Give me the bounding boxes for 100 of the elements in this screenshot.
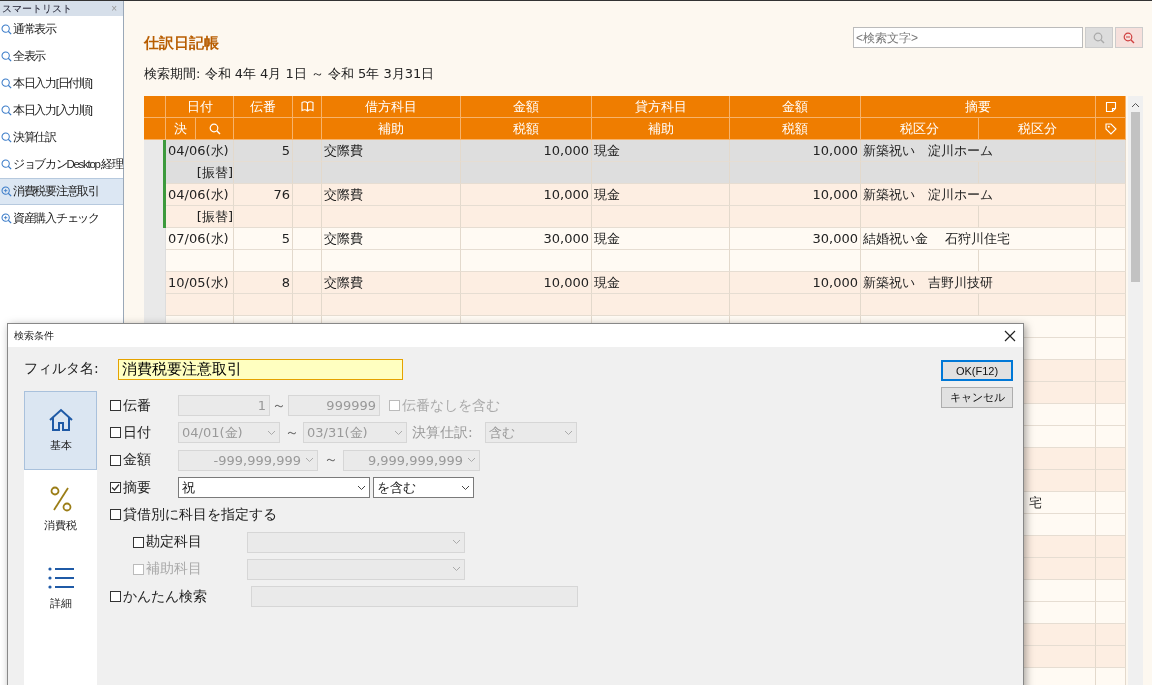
table-cell [1096,206,1126,228]
scroll-up-icon[interactable] [1131,102,1140,108]
header-cell [144,118,166,140]
table-cell [293,228,322,250]
summary-dropdown[interactable]: 祝 [178,477,370,499]
table-cell [1096,338,1126,360]
filter-name-field[interactable]: 消費税要注意取引 [118,358,403,380]
caret-icon [452,566,461,573]
table-cell [293,250,322,272]
search-filter-button[interactable] [1115,27,1143,48]
table-cell: 10,000 [461,140,592,162]
column-header[interactable]: 税額 [730,118,861,140]
tilde-label: ～ [283,423,300,442]
match-dropdown[interactable]: を含む [373,477,474,499]
table-cell [1096,536,1126,558]
column-header[interactable]: 税額 [461,118,592,140]
from-field[interactable]: 1 [178,395,270,417]
checkbox[interactable] [133,536,144,548]
quick-search-field[interactable] [251,586,578,608]
table-cell: 現金 [592,140,730,162]
table-cell: 新築祝い 吉野川技研 [861,272,1096,294]
table-cell: 04/06(水) [166,184,234,206]
table-cell [1096,250,1126,272]
checkbox-label: 伝番 [123,396,151,415]
table-cell [1096,448,1126,470]
table-cell [1096,360,1126,382]
table-cell [293,272,322,294]
table-cell: 新築祝い 淀川ホーム [861,140,1096,162]
caret-icon [452,539,461,546]
search-icon [1,78,12,89]
option-dropdown[interactable]: 含む [484,422,577,444]
table-cell [293,184,322,206]
checkbox[interactable] [389,400,400,412]
checkbox[interactable] [110,482,121,494]
column-header[interactable]: 決 [166,118,196,140]
column-header[interactable]: 税区分 [979,118,1096,140]
scroll-thumb[interactable] [1131,112,1140,282]
search-icon [1,24,12,35]
to-field[interactable]: 999999 [288,395,380,417]
percent-icon [49,486,72,512]
date-dropdown[interactable]: 04/01(金) [178,422,280,444]
column-header[interactable]: 補助 [592,118,730,140]
column-header[interactable]: 貸方科目 [592,96,730,118]
ok-button[interactable]: OK(F12) [941,360,1013,381]
column-header[interactable]: 税区分 [861,118,979,140]
date-dropdown[interactable]: 03/31(金) [303,422,407,444]
column-header[interactable]: 借方科目 [322,96,461,118]
table-cell [293,162,322,184]
table-cell [1096,470,1126,492]
close-button[interactable]: × [111,3,117,14]
scrollbar[interactable] [1128,96,1143,685]
column-header[interactable]: 金額 [730,96,861,118]
table-cell: 76 [234,184,293,206]
table-cell: 10,000 [730,184,861,206]
table-cell: 5 [234,140,293,162]
checkbox[interactable] [110,509,121,521]
column-header[interactable]: 金額 [461,96,592,118]
tilde-label: ～ [322,451,339,470]
tag-icon [1104,122,1117,135]
table-cell: 10/05(水) [166,272,234,294]
checkbox-label: 伝番なしを含む [402,396,500,415]
search-period: 検索期間: 令和 4年 4月 1日 ～ 令和 5年 3月31日 [144,65,436,83]
table-cell: 交際費 [322,184,461,206]
table-cell [1096,140,1126,162]
caret-icon [267,429,276,436]
checkbox-label: 摘要 [123,478,151,497]
checkbox-label: 日付 [123,423,151,442]
search-field[interactable]: <検索文字> [853,27,1083,48]
table-cell: 30,000 [730,228,861,250]
table-cell [1096,228,1126,250]
column-header[interactable]: 摘要 [861,96,1096,118]
nav-tab[interactable]: 基本 [24,391,97,470]
table-cell [1096,162,1126,184]
checkbox[interactable] [110,427,121,439]
caret-icon [394,429,403,436]
search-icon [1,51,12,62]
checkbox[interactable] [110,591,121,603]
table-cell: 10,000 [730,272,861,294]
checkbox[interactable] [110,454,121,466]
panel-title: スマートリスト [2,1,72,16]
amount-dropdown[interactable]: -999,999,999 [178,449,318,471]
caret-icon [467,457,476,464]
column-header[interactable]: 補助 [322,118,461,140]
search-icon [1,105,12,116]
table-cell: 07/06(水) [166,228,234,250]
search-icon[interactable] [208,122,221,135]
amount-dropdown[interactable]: 9,999,999,999 [343,449,480,471]
column-header[interactable]: 伝番 [234,96,293,118]
checkbox[interactable] [110,400,121,412]
checkbox-label: 補助科目 [146,560,202,579]
checkbox-label: 貸借別に科目を指定する [123,505,277,524]
smart-list-item[interactable]: 消費税要注意取引 [0,178,123,205]
column-header[interactable]: 日付 [166,96,234,118]
table-cell: 交際費 [322,228,461,250]
table-cell [1096,382,1126,404]
cancel-button[interactable]: キャンセル [941,387,1013,408]
table-cell: 現金 [592,272,730,294]
table-cell: 現金 [592,184,730,206]
table-cell: [振替] [166,162,234,184]
table-cell: 結婚祝い金 石狩川住宅 [861,228,1096,250]
